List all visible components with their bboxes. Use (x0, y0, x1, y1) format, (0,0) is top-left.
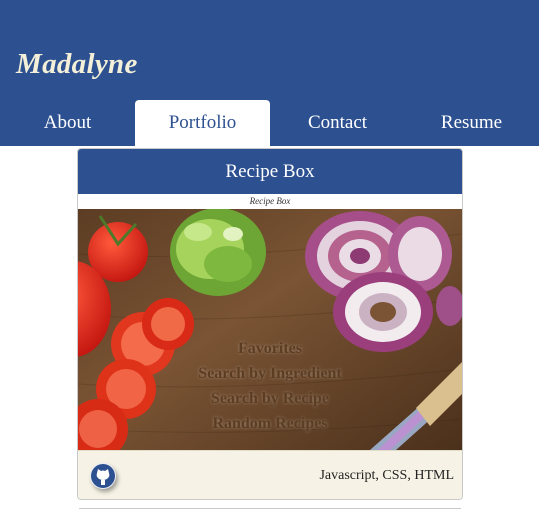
nav-tab-portfolio[interactable]: Portfolio (135, 100, 270, 146)
menu-random-recipes: Random Recipes (212, 415, 328, 432)
github-icon[interactable] (90, 463, 116, 489)
site-header: Madalyne About Portfolio Contact Resume (0, 0, 539, 146)
project-card: Recipe Box Recipe Box Favorites Search b… (77, 148, 463, 500)
site-brand[interactable]: Madalyne (16, 48, 138, 81)
nav-tab-contact[interactable]: Contact (270, 100, 405, 146)
project-footer: Javascript, CSS, HTML (78, 450, 462, 499)
menu-search-ingredient: Search by Ingredient (198, 365, 342, 382)
nav-tab-resume[interactable]: Resume (404, 100, 539, 146)
nav-bar: About Portfolio Contact Resume (0, 100, 539, 146)
nav-tab-about[interactable]: About (0, 100, 135, 146)
menu-favorites: Favorites (238, 340, 302, 357)
menu-search-recipe: Search by Recipe (211, 390, 329, 407)
image-caption: Recipe Box (78, 194, 462, 209)
project-tech-stack: Javascript, CSS, HTML (319, 468, 454, 483)
recipe-box-image (78, 194, 462, 450)
project-title: Recipe Box (78, 149, 462, 194)
project-screenshot[interactable]: Recipe Box Favorites Search by Ingredien… (78, 194, 462, 450)
green-onions (170, 208, 266, 296)
